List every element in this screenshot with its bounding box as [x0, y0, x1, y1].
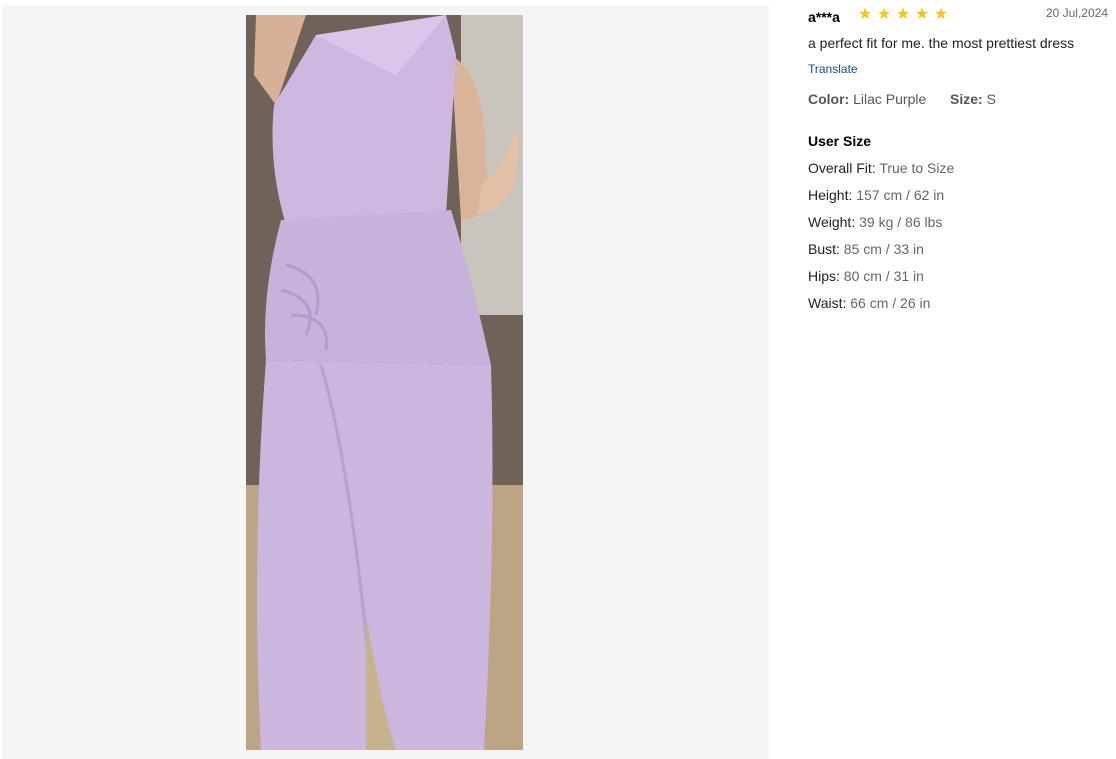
size-row-hips: Hips: 80 cm / 31 in — [808, 268, 954, 295]
star-icon: ★ — [933, 4, 949, 23]
size-row-value: 85 cm / 33 in — [843, 241, 924, 257]
size-row-overall-fit: Overall Fit: True to Size — [808, 160, 954, 187]
review-text: a perfect fit for me. the most prettiest… — [808, 35, 1075, 51]
size-row-value: 39 kg / 86 lbs — [859, 214, 943, 230]
star-icon: ★ — [914, 4, 930, 23]
review-detail-view: a***a ★ ★ ★ ★ ★ 20 Jul,2024 a perfect fi… — [0, 0, 1116, 759]
purchase-attributes: Color: Lilac Purple Size: S — [808, 91, 996, 107]
rating-stars: ★ ★ ★ ★ ★ — [856, 6, 950, 22]
size-row-label: Hips: — [808, 268, 840, 284]
review-header: a***a ★ ★ ★ ★ ★ 20 Jul,2024 — [808, 6, 1110, 26]
user-size-list: Overall Fit: True to Size Height: 157 cm… — [808, 160, 954, 322]
review-date: 20 Jul,2024 — [1045, 6, 1108, 20]
size-row-label: Overall Fit: — [808, 160, 876, 176]
review-photo[interactable] — [246, 15, 523, 750]
color-value: Lilac Purple — [853, 91, 927, 107]
star-icon: ★ — [857, 4, 873, 23]
size-row-bust: Bust: 85 cm / 33 in — [808, 241, 954, 268]
size-row-weight: Weight: 39 kg / 86 lbs — [808, 214, 954, 241]
size-row-value: True to Size — [879, 160, 955, 176]
review-info-panel: a***a ★ ★ ★ ★ ★ 20 Jul,2024 a perfect fi… — [808, 0, 1110, 759]
review-photo-viewer — [2, 5, 769, 759]
size-row-label: Waist: — [808, 295, 847, 311]
size-row-value: 66 cm / 26 in — [850, 295, 931, 311]
size-row-label: Height: — [808, 187, 853, 203]
dress-photo-image — [246, 15, 523, 750]
size-row-height: Height: 157 cm / 62 in — [808, 187, 954, 214]
star-icon: ★ — [876, 4, 892, 23]
size-row-label: Weight: — [808, 214, 856, 230]
size-row-value: 80 cm / 31 in — [843, 268, 924, 284]
size-value: S — [986, 91, 996, 107]
reviewer-name: a***a — [808, 9, 840, 25]
translate-link[interactable]: Translate — [808, 62, 858, 76]
user-size-title: User Size — [808, 133, 872, 149]
star-icon: ★ — [895, 4, 911, 23]
size-row-value: 157 cm / 62 in — [856, 187, 945, 203]
size-row-waist: Waist: 66 cm / 26 in — [808, 295, 954, 322]
size-label: Size: — [950, 91, 983, 107]
color-label: Color: — [808, 91, 850, 107]
size-row-label: Bust: — [808, 241, 840, 257]
